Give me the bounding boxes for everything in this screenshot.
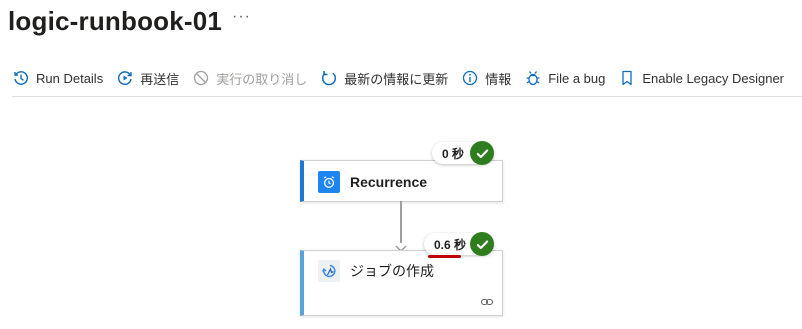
success-check-icon (470, 141, 494, 165)
file-bug-label: File a bug (548, 70, 606, 86)
info-icon (461, 69, 479, 87)
resubmit-icon (116, 69, 134, 87)
success-check-icon (470, 232, 494, 256)
resubmit-button[interactable]: 再送信 (116, 69, 179, 88)
history-icon (12, 69, 30, 87)
alarm-clock-icon (318, 171, 340, 193)
cancel-icon (192, 69, 210, 87)
create-job-step-card[interactable]: ジョブの作成 (300, 250, 503, 316)
duration-highlight-underline (428, 255, 461, 258)
toolbar-divider (12, 96, 802, 97)
refresh-button[interactable]: 最新の情報に更新 (320, 69, 448, 88)
bug-icon (524, 69, 542, 87)
refresh-label: 最新の情報に更新 (344, 71, 449, 87)
page-title: logic-runbook-01 (8, 6, 223, 36)
resubmit-label: 再送信 (140, 71, 180, 87)
cancel-run-button[interactable]: 実行の取り消し (192, 69, 307, 88)
file-bug-button[interactable]: File a bug (524, 69, 605, 87)
info-label: 情報 (485, 71, 512, 87)
recurrence-step-card[interactable]: Recurrence (300, 160, 503, 202)
bookmark-icon (618, 69, 636, 87)
run-details-button[interactable]: Run Details (12, 69, 103, 87)
more-options-button[interactable]: ··· (232, 8, 251, 26)
run-details-label: Run Details (36, 70, 104, 86)
enable-legacy-designer-button[interactable]: Enable Legacy Designer (618, 69, 784, 87)
create-job-step-label: ジョブの作成 (350, 263, 434, 279)
info-button[interactable]: 情報 (461, 69, 511, 88)
enable-legacy-designer-label: Enable Legacy Designer (642, 70, 785, 86)
link-icon[interactable] (480, 295, 494, 309)
cancel-run-label: 実行の取り消し (216, 71, 308, 87)
command-bar: Run Details 再送信 実行の取り消し 最新の情報に更新 情報 File… (12, 64, 797, 92)
flow-connector (400, 201, 402, 243)
refresh-icon (320, 69, 338, 87)
automation-icon (318, 260, 340, 282)
recurrence-step-label: Recurrence (350, 174, 428, 190)
